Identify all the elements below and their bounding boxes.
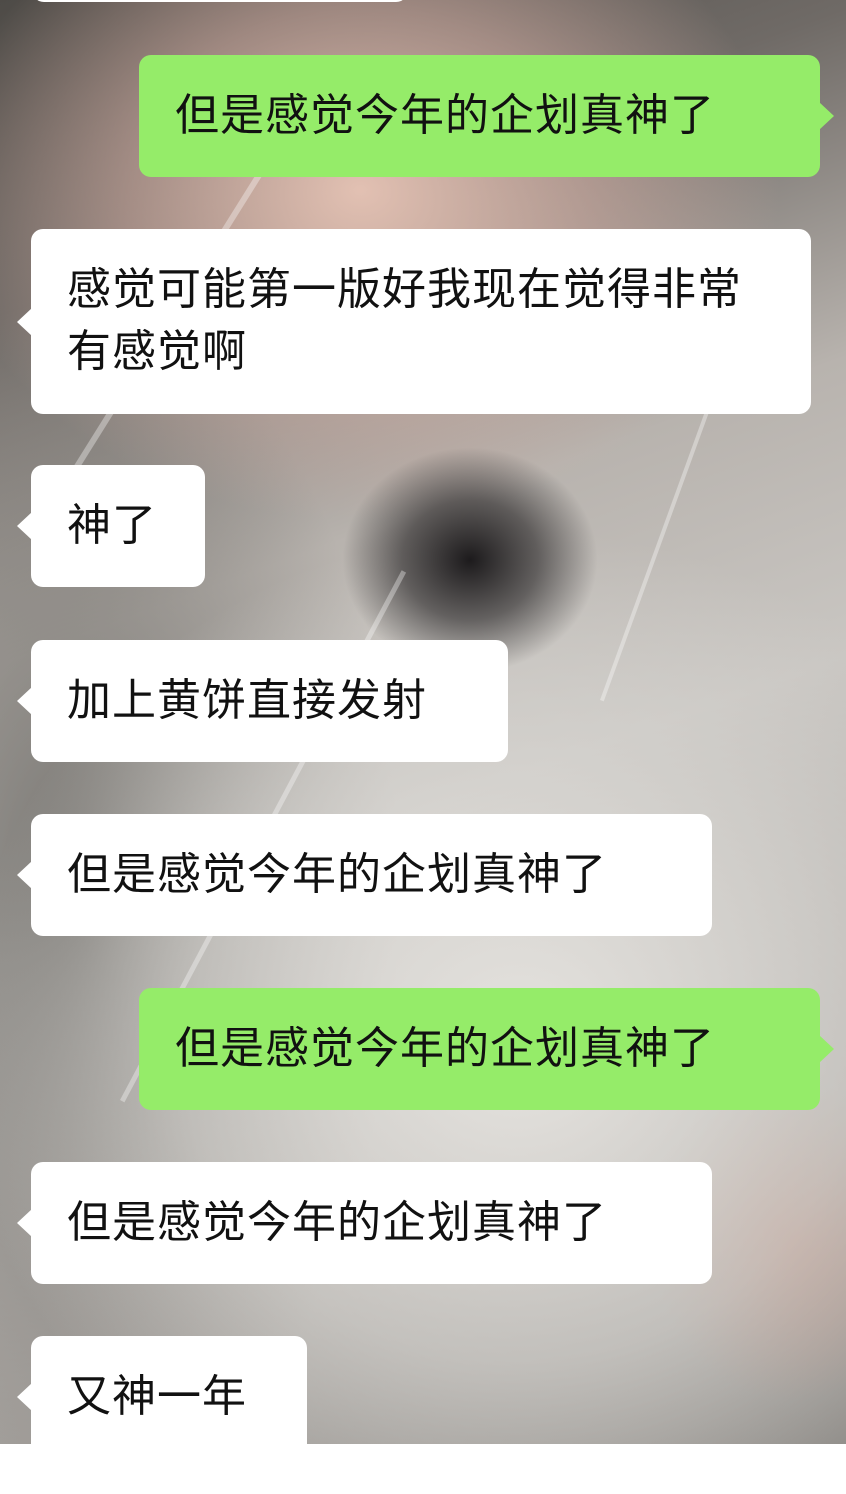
message-bubble-incoming[interactable]: 加上黄饼直接发射 [17, 640, 508, 762]
message-bubble-incoming[interactable]: 但是感觉今年的企划真神了 [17, 1162, 712, 1284]
message-text: 但是感觉今年的企划真神了 [67, 849, 607, 900]
message-text: 但是感觉今年的企划真神了 [175, 1023, 715, 1074]
message-bubble-partial [32, 0, 408, 2]
message-bubble-incoming[interactable]: 又神一年 [17, 1336, 307, 1458]
message-text: 神了 [67, 500, 157, 551]
message-bubble-incoming[interactable]: 但是感觉今年的企划真神了 [17, 814, 712, 936]
message-bubble-outgoing[interactable]: 但是感觉今年的企划真神了 [139, 55, 834, 177]
message-text: 感觉可能第一版好我现在觉得非常有感觉啊 [67, 264, 742, 377]
message-text: 加上黄饼直接发射 [67, 675, 427, 726]
message-bubble-incoming[interactable]: 感觉可能第一版好我现在觉得非常有感觉啊 [17, 229, 811, 414]
message-text: 但是感觉今年的企划真神了 [175, 90, 715, 141]
message-text: 但是感觉今年的企划真神了 [67, 1197, 607, 1248]
message-bubble-outgoing[interactable]: 但是感觉今年的企划真神了 [139, 988, 834, 1110]
bottom-blank-area [0, 1444, 846, 1494]
message-bubble-incoming[interactable]: 神了 [17, 465, 205, 587]
message-text: 又神一年 [67, 1371, 247, 1422]
